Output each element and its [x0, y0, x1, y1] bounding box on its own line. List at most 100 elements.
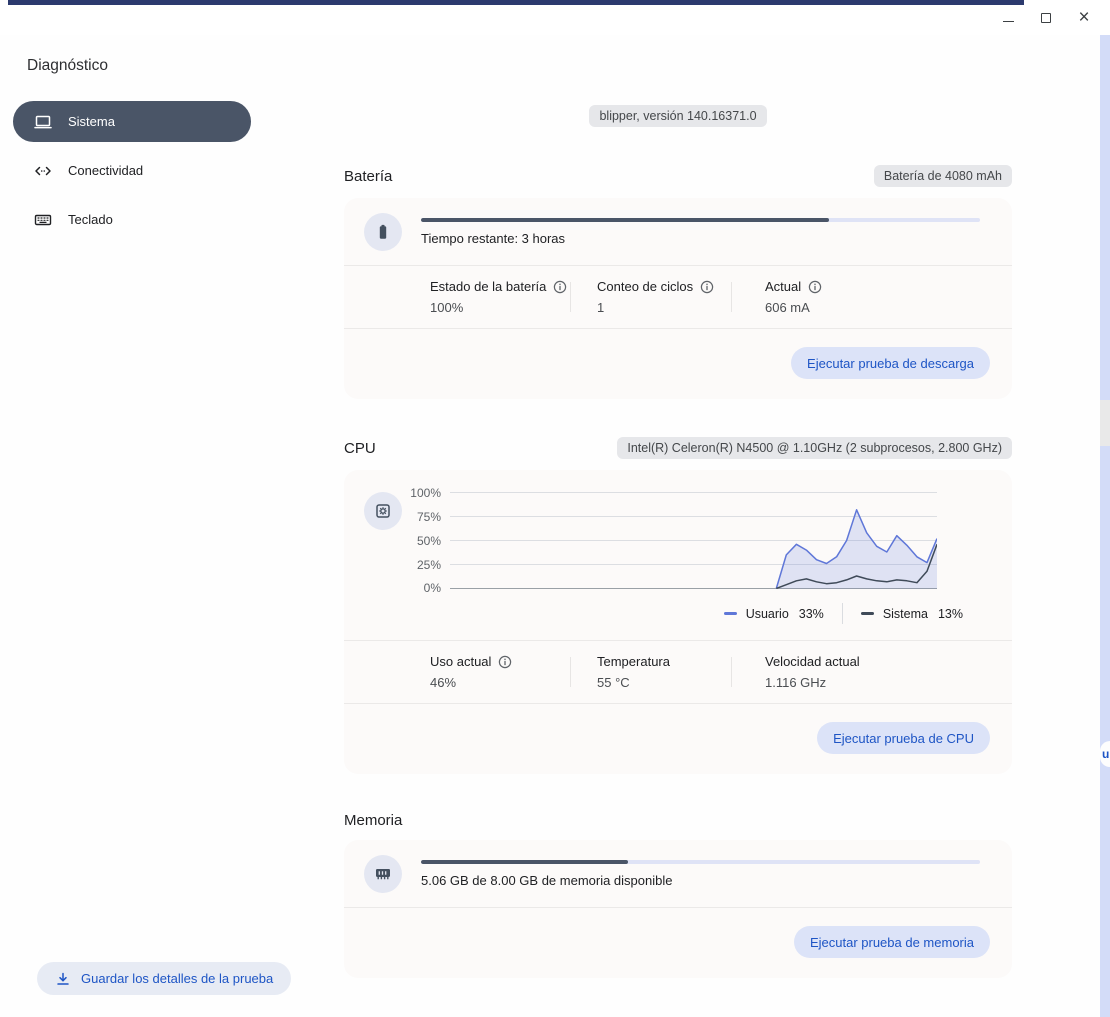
cpu-chart-wrap: 100% 75% 50% 25% 0% Usuario 33%: [404, 492, 988, 640]
page-title: Diagnóstico: [27, 57, 310, 75]
cpu-section-title: CPU: [344, 440, 376, 457]
cpu-usage-label: Uso actual: [430, 654, 491, 669]
cpu-legend: Usuario 33% Sistema 13%: [404, 589, 988, 640]
background-button-fragment-text: u: [1102, 747, 1109, 761]
close-icon: ×: [1078, 8, 1089, 27]
battery-gauge-row: Tiempo restante: 3 horas: [344, 198, 1012, 265]
memory-card: 5.06 GB de 8.00 GB de memoria disponible…: [344, 840, 1012, 978]
memory-section: Memoria 5.06 GB de 8.00 GB de memoria di…: [344, 812, 1012, 978]
save-test-details-button[interactable]: Guardar los detalles de la prueba: [37, 962, 291, 995]
cpu-usage-value: 46%: [430, 675, 570, 690]
version-chip: blipper, versión 140.16371.0: [589, 105, 766, 127]
battery-stats-row: Estado de la batería 100% Conteo de cicl…: [344, 266, 1012, 328]
cpu-usage-chart: [450, 492, 937, 589]
connectivity-icon: [34, 162, 52, 180]
background-window-segment: [1100, 400, 1110, 446]
usuario-legend-label: Usuario: [746, 607, 789, 621]
cpu-chart-yaxis: 100% 75% 50% 25% 0%: [404, 492, 450, 589]
battery-button-row: Ejecutar prueba de descarga: [344, 329, 1012, 399]
cpu-section: CPU Intel(R) Celeron(R) N4500 @ 1.10GHz …: [344, 437, 1012, 774]
run-cpu-test-button[interactable]: Ejecutar prueba de CPU: [817, 722, 990, 754]
background-window-right-edge: u: [1100, 35, 1110, 1017]
sidebar-item-teclado[interactable]: Teclado: [13, 199, 251, 240]
sidebar-item-sistema[interactable]: Sistema: [13, 101, 251, 142]
info-icon[interactable]: [498, 655, 512, 669]
info-icon[interactable]: [808, 280, 822, 294]
battery-health-stat: Estado de la batería 100%: [430, 279, 570, 315]
battery-charge-bar-fill: [421, 218, 829, 222]
divider: [842, 603, 843, 624]
sidebar-item-conectividad[interactable]: Conectividad: [13, 150, 251, 191]
battery-health-label: Estado de la batería: [430, 279, 546, 294]
sistema-legend-value: 13%: [938, 607, 963, 621]
battery-cycle-count-value: 1: [597, 300, 731, 315]
cpu-card: 100% 75% 50% 25% 0% Usuario 33%: [344, 470, 1012, 774]
download-icon: [55, 971, 71, 987]
sidebar-item-label: Sistema: [68, 114, 115, 129]
memory-button-row: Ejecutar prueba de memoria: [344, 908, 1012, 978]
run-discharge-test-button[interactable]: Ejecutar prueba de descarga: [791, 347, 990, 379]
battery-health-value: 100%: [430, 300, 570, 315]
memory-availability-text: 5.06 GB de 8.00 GB de memoria disponible: [421, 873, 980, 888]
cpu-speed-label: Velocidad actual: [765, 654, 860, 669]
main-content: blipper, versión 140.16371.0 Batería Bat…: [344, 35, 1012, 1017]
maximize-icon: [1041, 13, 1051, 23]
battery-gauge: Tiempo restante: 3 horas: [421, 218, 980, 246]
keyboard-icon: [34, 211, 52, 229]
window-controls: ×: [994, 4, 1098, 32]
cpu-temperature-value: 55 °C: [597, 675, 731, 690]
cpu-temperature-label: Temperatura: [597, 654, 670, 669]
battery-current-stat: Actual 606 mA: [732, 279, 822, 315]
battery-capacity-chip: Batería de 4080 mAh: [874, 165, 1012, 187]
memory-usage-bar-fill: [421, 860, 628, 864]
memory-usage-bar: [421, 860, 980, 864]
cpu-speed-value: 1.116 GHz: [765, 675, 860, 690]
ytick-75: 75%: [417, 510, 441, 524]
battery-icon: [364, 213, 402, 251]
laptop-icon: [34, 113, 52, 131]
memory-icon: [364, 855, 402, 893]
cpu-model-chip: Intel(R) Celeron(R) N4500 @ 1.10GHz (2 s…: [617, 437, 1012, 459]
ytick-100: 100%: [410, 486, 441, 500]
battery-section-header: Batería Batería de 4080 mAh: [344, 165, 1012, 187]
battery-section: Batería Batería de 4080 mAh Tiempo resta…: [344, 165, 1012, 399]
battery-card: Tiempo restante: 3 horas Estado de la ba…: [344, 198, 1012, 399]
battery-time-remaining: Tiempo restante: 3 horas: [421, 231, 980, 246]
usuario-legend-value: 33%: [799, 607, 824, 621]
battery-charge-bar: [421, 218, 980, 222]
sidebar-item-label: Conectividad: [68, 163, 143, 178]
battery-current-value: 606 mA: [765, 300, 822, 315]
ytick-0: 0%: [424, 581, 441, 595]
sidebar: Diagnóstico Sistema Conectividad Teclado: [0, 35, 310, 1017]
battery-cycle-count-label: Conteo de ciclos: [597, 279, 693, 294]
memory-gauge-row: 5.06 GB de 8.00 GB de memoria disponible: [344, 840, 1012, 907]
ytick-25: 25%: [417, 558, 441, 572]
run-memory-test-button[interactable]: Ejecutar prueba de memoria: [794, 926, 990, 958]
memory-section-header: Memoria: [344, 812, 1012, 829]
minimize-button[interactable]: [994, 4, 1022, 32]
sidebar-nav: Sistema Conectividad Teclado: [0, 101, 310, 240]
memory-section-title: Memoria: [344, 812, 402, 829]
cpu-button-row: Ejecutar prueba de CPU: [344, 704, 1012, 774]
cpu-chart-grid: 100% 75% 50% 25% 0%: [404, 492, 988, 589]
maximize-button[interactable]: [1032, 4, 1060, 32]
cpu-icon: [364, 492, 402, 530]
cpu-speed-stat: Velocidad actual 1.116 GHz: [732, 654, 860, 690]
titlebar: ×: [0, 0, 1110, 35]
background-window-top-edge: [8, 0, 1024, 5]
sistema-legend-label: Sistema: [883, 607, 928, 621]
close-button[interactable]: ×: [1070, 4, 1098, 32]
info-icon[interactable]: [700, 280, 714, 294]
usuario-legend-dash-icon: [724, 612, 737, 616]
cpu-usage-stat: Uso actual 46%: [430, 654, 570, 690]
diagnostics-app: Diagnóstico Sistema Conectividad Teclado: [0, 35, 1100, 1017]
ytick-50: 50%: [417, 534, 441, 548]
save-test-details-label: Guardar los detalles de la prueba: [81, 971, 273, 986]
battery-cycle-count-stat: Conteo de ciclos 1: [571, 279, 731, 315]
memory-gauge: 5.06 GB de 8.00 GB de memoria disponible: [421, 860, 980, 888]
battery-current-label: Actual: [765, 279, 801, 294]
minimize-icon: [1003, 14, 1014, 22]
sidebar-item-label: Teclado: [68, 212, 113, 227]
background-button-fragment: u: [1100, 741, 1110, 767]
info-icon[interactable]: [553, 280, 567, 294]
